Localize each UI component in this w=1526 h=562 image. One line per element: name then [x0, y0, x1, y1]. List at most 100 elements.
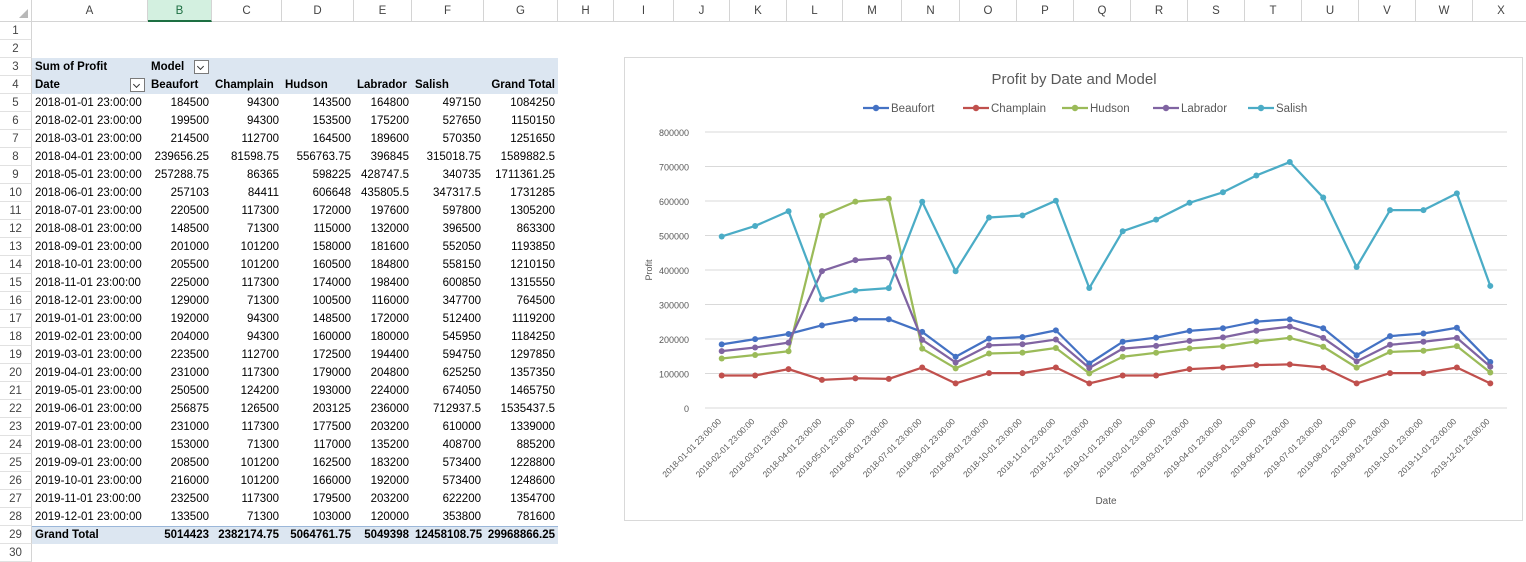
pivot-cell[interactable]: 1251650 [484, 130, 558, 148]
pivot-cell[interactable]: 1297850 [484, 346, 558, 364]
pivot-cell[interactable]: 172000 [354, 310, 412, 328]
pivot-cell[interactable]: 101200 [212, 238, 282, 256]
row-header-12[interactable]: 12 [0, 220, 32, 238]
pivot-cell[interactable]: 764500 [484, 292, 558, 310]
pivot-cell[interactable]: 205500 [148, 256, 212, 274]
pivot-cell[interactable]: 214500 [148, 130, 212, 148]
pivot-row-date[interactable]: 2019-06-01 23:00:00 [32, 400, 148, 418]
pivot-cell[interactable]: 1184250 [484, 328, 558, 346]
pivot-cell[interactable]: 112700 [212, 130, 282, 148]
pivot-row-date[interactable]: 2018-02-01 23:00:00 [32, 112, 148, 130]
pivot-cell[interactable]: 1305200 [484, 202, 558, 220]
column-header-d[interactable]: D [282, 0, 354, 22]
row-header-13[interactable]: 13 [0, 238, 32, 256]
column-header-b[interactable]: B [148, 0, 212, 22]
pivot-cell[interactable]: 71300 [212, 292, 282, 310]
pivot-header-labrador[interactable]: Labrador [354, 76, 412, 94]
pivot-cell[interactable]: 570350 [412, 130, 484, 148]
pivot-cell[interactable]: 94300 [212, 310, 282, 328]
row-header-25[interactable]: 25 [0, 454, 32, 472]
grand-total-cell[interactable]: 5049398 [354, 526, 412, 544]
row-header-21[interactable]: 21 [0, 382, 32, 400]
pivot-cell[interactable]: 101200 [212, 256, 282, 274]
pivot-cell[interactable]: 94300 [212, 328, 282, 346]
pivot-cell[interactable]: 177500 [282, 418, 354, 436]
row-header-19[interactable]: 19 [0, 346, 32, 364]
column-header-c[interactable]: C [212, 0, 282, 22]
pivot-value-label[interactable]: Sum of Profit [32, 58, 148, 76]
row-header-22[interactable]: 22 [0, 400, 32, 418]
pivot-cell[interactable]: 192000 [148, 310, 212, 328]
pivot-cell[interactable]: 133500 [148, 508, 212, 526]
column-header-w[interactable]: W [1416, 0, 1473, 22]
row-header-4[interactable]: 4 [0, 76, 32, 94]
pivot-cell[interactable]: 622200 [412, 490, 484, 508]
row-header-17[interactable]: 17 [0, 310, 32, 328]
row-header-16[interactable]: 16 [0, 292, 32, 310]
column-header-k[interactable]: K [730, 0, 787, 22]
pivot-row-date[interactable]: 2019-11-01 23:00:00 [32, 490, 148, 508]
line-chart[interactable]: Profit by Date and Model Beaufort Champlai… [624, 57, 1523, 521]
column-header-x[interactable]: X [1473, 0, 1526, 22]
pivot-cell[interactable]: 527650 [412, 112, 484, 130]
pivot-cell[interactable]: 340735 [412, 166, 484, 184]
pivot-cell[interactable]: 124200 [212, 382, 282, 400]
pivot-cell[interactable]: 1119200 [484, 310, 558, 328]
row-header-20[interactable]: 20 [0, 364, 32, 382]
pivot-cell[interactable]: 153000 [148, 436, 212, 454]
pivot-cell[interactable]: 194400 [354, 346, 412, 364]
pivot-row-date[interactable]: 2018-12-01 23:00:00 [32, 292, 148, 310]
pivot-cell[interactable]: 204800 [354, 364, 412, 382]
pivot-cell[interactable]: 204000 [148, 328, 212, 346]
row-header-30[interactable]: 30 [0, 544, 32, 562]
pivot-row-date[interactable]: 2019-08-01 23:00:00 [32, 436, 148, 454]
pivot-cell[interactable]: 232500 [148, 490, 212, 508]
column-header-q[interactable]: Q [1074, 0, 1131, 22]
pivot-cell[interactable]: 781600 [484, 508, 558, 526]
pivot-cell[interactable]: 347700 [412, 292, 484, 310]
pivot-cell[interactable]: 179000 [282, 364, 354, 382]
pivot-cell[interactable]: 610000 [412, 418, 484, 436]
pivot-row-date[interactable]: 2018-04-01 23:00:00 [32, 148, 148, 166]
pivot-cell[interactable]: 120000 [354, 508, 412, 526]
pivot-cell[interactable]: 160500 [282, 256, 354, 274]
pivot-row-date[interactable]: 2018-10-01 23:00:00 [32, 256, 148, 274]
column-header-t[interactable]: T [1245, 0, 1302, 22]
pivot-cell[interactable]: 143500 [282, 94, 354, 112]
pivot-cell[interactable]: 573400 [412, 454, 484, 472]
row-filter-dropdown-button[interactable] [130, 78, 145, 92]
pivot-row-date[interactable]: 2018-09-01 23:00:00 [32, 238, 148, 256]
pivot-cell[interactable]: 1084250 [484, 94, 558, 112]
pivot-row-date[interactable]: 2018-11-01 23:00:00 [32, 274, 148, 292]
pivot-cell[interactable]: 166000 [282, 472, 354, 490]
pivot-cell[interactable]: 1228800 [484, 454, 558, 472]
pivot-cell[interactable]: 428747.5 [354, 166, 412, 184]
column-header-p[interactable]: P [1017, 0, 1074, 22]
row-header-6[interactable]: 6 [0, 112, 32, 130]
pivot-cell[interactable]: 203200 [354, 490, 412, 508]
pivot-cell[interactable]: 203125 [282, 400, 354, 418]
row-header-28[interactable]: 28 [0, 508, 32, 526]
pivot-cell[interactable]: 175200 [354, 112, 412, 130]
pivot-header-grand-total[interactable]: Grand Total [484, 76, 558, 94]
pivot-cell[interactable]: 1535437.5 [484, 400, 558, 418]
pivot-header-hudson[interactable]: Hudson [282, 76, 354, 94]
row-header-29[interactable]: 29 [0, 526, 32, 544]
pivot-cell[interactable]: 1465750 [484, 382, 558, 400]
pivot-row-date[interactable]: 2019-09-01 23:00:00 [32, 454, 148, 472]
pivot-cell[interactable]: 863300 [484, 220, 558, 238]
pivot-cell[interactable]: 135200 [354, 436, 412, 454]
pivot-cell[interactable]: 158000 [282, 238, 354, 256]
column-header-l[interactable]: L [787, 0, 843, 22]
pivot-cell[interactable]: 1589882.5 [484, 148, 558, 166]
pivot-cell[interactable]: 552050 [412, 238, 484, 256]
pivot-cell[interactable]: 1210150 [484, 256, 558, 274]
pivot-cell[interactable]: 208500 [148, 454, 212, 472]
pivot-cell[interactable]: 192000 [354, 472, 412, 490]
pivot-cell[interactable]: 220500 [148, 202, 212, 220]
pivot-row-date[interactable]: 2019-01-01 23:00:00 [32, 310, 148, 328]
pivot-cell[interactable]: 1357350 [484, 364, 558, 382]
pivot-cell[interactable]: 1248600 [484, 472, 558, 490]
row-header-14[interactable]: 14 [0, 256, 32, 274]
row-header-3[interactable]: 3 [0, 58, 32, 76]
